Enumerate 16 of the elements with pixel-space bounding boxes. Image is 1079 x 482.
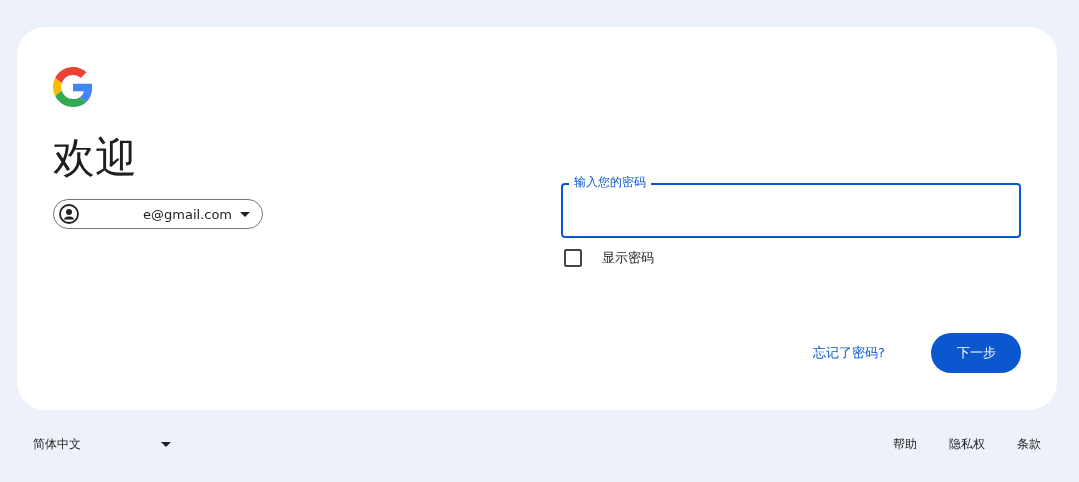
account-icon [59,204,79,225]
password-field[interactable]: 输入您的密码 [561,174,1021,238]
language-select[interactable]: 简体中文 [33,432,171,457]
footer-link[interactable]: 隐私权 [949,436,985,453]
footer-link[interactable]: 帮助 [893,436,917,453]
footer-link[interactable]: 条款 [1017,436,1041,453]
checkbox[interactable] [564,249,582,267]
logo-icon [53,67,93,107]
forgot-password-link[interactable]: 忘记了密码? [813,344,885,362]
next-button[interactable]: 下一步 [931,333,1021,373]
caret-icon [240,211,250,217]
welcome-heading: 欢迎 [53,133,137,184]
caret-icon [161,442,171,447]
password-label: 输入您的密码 [569,174,651,190]
account-chip[interactable]: e@gmail.com [53,199,263,230]
checkbox-label: 显示密码 [602,249,654,267]
